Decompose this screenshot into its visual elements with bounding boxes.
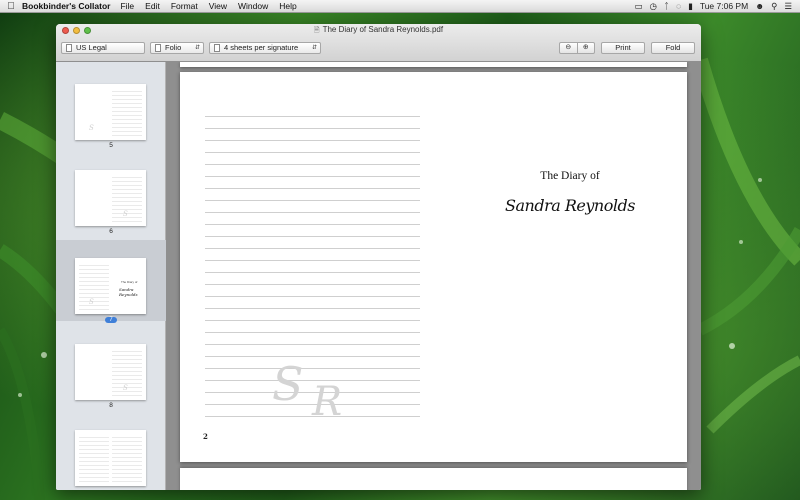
monogram-watermark: S R — [272, 357, 362, 437]
thumbnail-page-6[interactable]: S 6 — [56, 162, 166, 242]
user-icon[interactable]: ☻ — [755, 1, 764, 11]
thumbnail-lines — [79, 262, 109, 310]
app-menu[interactable]: Bookbinder's Collator — [22, 1, 110, 11]
menu-edit[interactable]: Edit — [145, 1, 160, 11]
zoom-controls: ⊖ ⊕ — [559, 42, 595, 54]
paper-size-select[interactable]: US Legal — [61, 42, 145, 54]
thumbnail-label: 6 — [109, 228, 113, 235]
title-bar: 🗎 The Diary of Sandra Reynolds.pdf US Leg… — [56, 24, 701, 62]
search-icon[interactable]: ⚲ — [771, 1, 777, 12]
list-icon[interactable]: ☰ — [784, 1, 792, 12]
thumbnail-monogram: S — [123, 384, 128, 392]
page-number: 2 — [203, 432, 208, 441]
thumbnail-image: S — [75, 170, 146, 226]
thumbnail-page-7[interactable]: S The Diary of Sandra Reynolds 7 — [56, 240, 166, 323]
thumbnail-lines — [112, 434, 142, 482]
apple-menu-icon[interactable]:  — [0, 1, 22, 12]
page-thumbnails-sidebar[interactable]: S 5 S 6 S The Diary of Sandra Reynolds 7… — [56, 62, 166, 490]
paper-icon — [66, 44, 72, 52]
thumbnail-title: The Diary of — [121, 280, 138, 284]
print-button[interactable]: Print — [601, 42, 645, 54]
monogram-r: R — [312, 379, 343, 425]
fold-select[interactable]: Folio ⇵ — [150, 42, 204, 54]
thumbnail-page-9[interactable] — [56, 422, 166, 490]
thumbnail-page-8[interactable]: S 8 — [56, 336, 166, 416]
zoom-out-icon[interactable]: ⊖ — [560, 43, 577, 53]
window-title-text: The Diary of Sandra Reynolds.pdf — [322, 25, 444, 34]
next-page-edge — [180, 468, 687, 490]
menu-view[interactable]: View — [209, 1, 227, 11]
battery-icon[interactable]: ▮ — [688, 1, 693, 12]
window-title: 🗎 The Diary of Sandra Reynolds.pdf — [56, 25, 701, 37]
fold-value: Folio — [165, 43, 182, 52]
menu-file[interactable]: File — [120, 1, 134, 11]
sheets-icon — [214, 44, 220, 52]
thumbnail-lines — [112, 88, 142, 136]
thumbnail-monogram: S — [89, 298, 94, 306]
select-arrows-icon: ⇵ — [194, 45, 200, 51]
thumbnail-lines — [79, 434, 109, 482]
thumbnail-name: Sandra Reynolds — [119, 287, 138, 297]
page-preview-area[interactable]: S R 2 The Diary of Sandra Reynolds — [166, 62, 701, 490]
time-machine-icon[interactable]: ◷ — [650, 1, 657, 12]
thumbnail-monogram: S — [89, 124, 94, 132]
selected-page-badge: 7 — [105, 317, 117, 323]
bluetooth-icon[interactable]: ᛏ — [664, 1, 669, 11]
thumbnail-monogram: S — [123, 210, 128, 218]
toolbar: US Legal Folio ⇵ 4 sheets per signature … — [56, 41, 701, 57]
thumbnail-image: S — [75, 344, 146, 400]
signature-value: 4 sheets per signature — [224, 43, 299, 52]
thumbnail-image — [75, 430, 146, 486]
menu-help[interactable]: Help — [279, 1, 296, 11]
fold-button[interactable]: Fold — [651, 42, 695, 54]
menu-bar:  Bookbinder's Collator File Edit Format… — [0, 0, 800, 13]
thumbnail-label: 7 — [56, 316, 166, 323]
fold-icon — [155, 44, 161, 52]
airplay-icon[interactable]: ▭ — [635, 1, 643, 12]
thumbnail-image: S The Diary of Sandra Reynolds — [75, 258, 146, 314]
select-arrows-icon: ⇵ — [311, 45, 317, 51]
thumbnail-image: S — [75, 84, 146, 140]
paper-size-value: US Legal — [76, 43, 107, 52]
thumbnail-label: 8 — [109, 402, 113, 409]
menu-format[interactable]: Format — [171, 1, 198, 11]
thumbnail-page-5[interactable]: S 5 — [56, 76, 166, 156]
previous-page-edge — [180, 62, 687, 67]
monogram-s: S — [272, 357, 304, 411]
clock[interactable]: Tue 7:06 PM — [700, 1, 748, 11]
diary-title: The Diary of — [540, 170, 600, 182]
zoom-in-icon[interactable]: ⊕ — [576, 43, 595, 53]
menu-window[interactable]: Window — [238, 1, 268, 11]
diary-owner-name: Sandra Reynolds — [505, 196, 635, 215]
document-icon: 🗎 — [313, 27, 320, 34]
thumbnail-label: 5 — [109, 142, 113, 149]
signature-select[interactable]: 4 sheets per signature ⇵ — [209, 42, 321, 54]
page-spread: S R 2 The Diary of Sandra Reynolds — [180, 72, 687, 462]
wifi-icon[interactable]: ◌ — [676, 1, 681, 11]
collator-window: 🗎 The Diary of Sandra Reynolds.pdf US Leg… — [56, 24, 701, 490]
